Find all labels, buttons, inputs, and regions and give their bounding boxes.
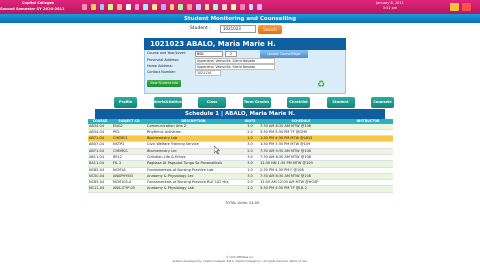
key-icon[interactable] <box>160 4 166 10</box>
refresh-icon[interactable]: ♻ <box>317 81 326 90</box>
table-cell: NC11-04 <box>88 185 112 193</box>
globe-icon[interactable] <box>187 4 192 10</box>
course-year-label: Course and Year/Level: <box>147 51 186 55</box>
person-icon[interactable] <box>117 4 122 10</box>
gear-icon[interactable] <box>195 4 201 10</box>
contact-number-label: Contact Number: <box>147 70 176 74</box>
footer-credits: System developed by: Capitol Colleges. 2… <box>172 258 308 263</box>
table-cell: ANA.LTYP-05 <box>112 185 146 193</box>
provincial-address-label: Provincial Address: <box>147 58 180 62</box>
year-select[interactable]: 2 <box>225 51 237 57</box>
home-address-label: Home Address: <box>147 64 173 68</box>
view-student-info-button[interactable]: View Student Info <box>147 80 181 87</box>
star-icon[interactable] <box>169 4 175 10</box>
class-schedule-button[interactable]: Class Schedule <box>198 97 226 115</box>
date-time: January 8, 2011 3:52 pm <box>350 1 430 10</box>
student-affairs-button[interactable]: Student Affairs <box>326 97 355 115</box>
home-icon[interactable] <box>82 4 87 10</box>
alerts-notices-button[interactable]: Alerts&Notices <box>153 97 184 108</box>
checklist-button[interactable]: Checklist <box>287 97 310 108</box>
term-grades-button[interactable]: Term Grades <box>242 97 271 108</box>
logout-icon[interactable] <box>462 3 471 11</box>
menu-buttons: Profile Alerts&Notices Class Schedule Te… <box>114 97 394 115</box>
total-units: TOTAL Units: 24.00 <box>225 201 260 205</box>
table-cell: 1.0 <box>241 185 259 193</box>
student-info-title: 1021023 ABALO, Maria Marie H. <box>144 38 346 50</box>
chart-icon[interactable] <box>108 4 114 10</box>
provincial-address-field: Upperland, Veinsville, Sierra Nevada <box>195 58 275 64</box>
book-icon[interactable] <box>152 4 157 10</box>
mouse-cursor-icon <box>214 146 220 154</box>
course-select[interactable]: BSN <box>195 51 223 57</box>
clock-icon[interactable] <box>213 4 219 10</box>
app-root: Capitol Colleges Second Semester SY 2010… <box>0 0 480 270</box>
schedule-table-body: AB34-04 ENG2 Communication Arts 2 3.0 7:30 A… <box>88 123 393 193</box>
update-course-button[interactable]: Update Course/Major <box>260 50 308 58</box>
mail-icon[interactable] <box>134 4 140 10</box>
time-label: 3:52 pm <box>382 5 398 10</box>
lock-icon[interactable] <box>143 4 149 10</box>
pencil-icon[interactable] <box>99 4 105 10</box>
footer: © CCIS Affiliates Inc. System developed … <box>0 255 480 263</box>
help-icon[interactable] <box>257 4 263 10</box>
user-icon[interactable] <box>450 3 459 11</box>
table-cell: 3:30 PM 4:30 PM TF @LB 2 <box>259 185 343 193</box>
folder-icon[interactable] <box>222 4 228 10</box>
school-name: Capitol Colleges <box>22 1 54 5</box>
table-cell: Fundamentals of Nursing Practice RLE 102… <box>146 179 241 187</box>
student-label: Student : <box>190 26 211 31</box>
home-address-field: Upperland, Veinsville, Sierra Nevada <box>195 64 275 70</box>
table-cell <box>343 185 393 193</box>
schedule-table: COURSE SUBJECT CD DESCRIPTION UNITS SCHE… <box>88 119 393 193</box>
table-row[interactable]: NC11-04 ANA.LTYP-05 Anatomy & Physiology L… <box>88 185 393 193</box>
table-cell: Anatomy & Physiology Lab <box>146 185 241 193</box>
toolbar-icons <box>82 2 263 12</box>
profile-button[interactable]: Profile <box>114 97 137 108</box>
printer-icon[interactable] <box>231 4 236 10</box>
student-search-input[interactable]: 1021023 <box>220 25 256 33</box>
page-title: Student Monitoring and Counselling <box>183 15 297 22</box>
calendar-icon[interactable] <box>125 4 131 10</box>
counselor-button[interactable]: Counsele <box>371 97 394 108</box>
flag-icon[interactable] <box>90 4 96 10</box>
semester-label: Second Semester SY 2010-2011 <box>0 7 65 11</box>
camera-icon[interactable] <box>204 4 210 10</box>
phone-icon[interactable] <box>178 4 184 10</box>
trash-icon[interactable] <box>248 4 254 10</box>
heart-icon[interactable] <box>239 4 245 10</box>
contact-number-field: 1021114 <box>195 70 221 76</box>
search-button[interactable]: Search <box>258 24 282 34</box>
schedule-title: Schedule 1 | ABALO, Maria Marie H. <box>95 109 385 119</box>
